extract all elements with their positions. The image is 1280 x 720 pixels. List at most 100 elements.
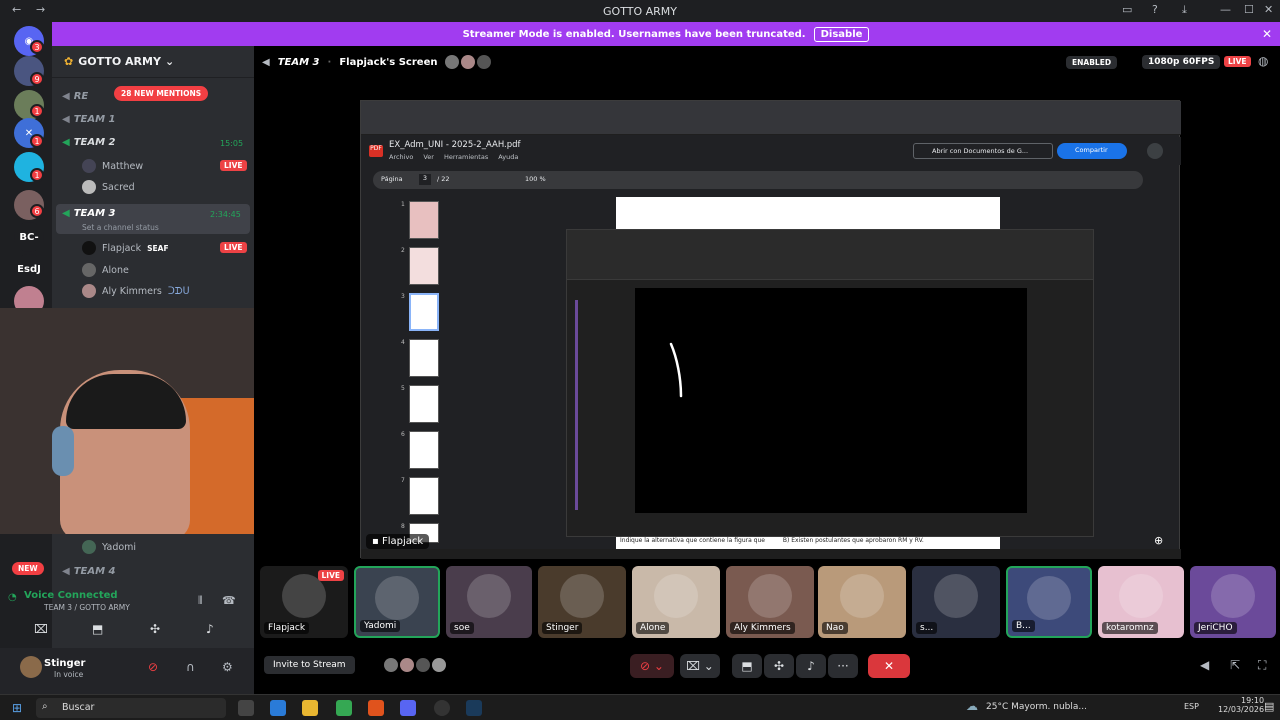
thumbnail[interactable] xyxy=(409,385,439,423)
paint-canvas[interactable] xyxy=(635,288,1027,513)
disable-button[interactable]: Disable xyxy=(813,26,870,42)
activities-icon[interactable]: ✣ xyxy=(764,654,794,678)
new-badge[interactable]: NEW xyxy=(12,562,44,575)
channel-team-1[interactable]: ◀ TEAM 1 xyxy=(62,114,116,125)
member-item[interactable]: Sacred xyxy=(82,180,135,194)
weather-icon[interactable]: ☁ xyxy=(966,699,978,713)
thumbnail[interactable] xyxy=(409,247,439,285)
channel-team-2[interactable]: ◀TEAM 1TEAM 2 xyxy=(62,137,116,148)
steam-icon[interactable] xyxy=(466,700,482,716)
search-box[interactable]: ⌕ Buscar xyxy=(36,698,226,718)
more-options-icon[interactable]: ··· xyxy=(828,654,858,678)
notifications-icon[interactable]: ▤ xyxy=(1264,700,1274,713)
screen-share-icon[interactable]: ⬒ xyxy=(92,622,103,636)
stop-stream-button[interactable]: ✕ xyxy=(868,654,910,678)
close-banner-icon[interactable]: ✕ xyxy=(1262,27,1272,41)
file-explorer-icon[interactable] xyxy=(302,700,318,716)
participant-tile[interactable]: Yadomi xyxy=(354,566,440,638)
weather-text[interactable]: 25°C Mayorm. nubla... xyxy=(986,702,1087,712)
thumbnail[interactable] xyxy=(409,431,439,469)
windows-start-icon[interactable]: ⊞ xyxy=(12,701,22,715)
share-button[interactable]: Compartir xyxy=(1057,143,1127,159)
chat-bubble-icon[interactable]: ◍ xyxy=(1258,54,1268,68)
participant-tile[interactable]: Aly Kimmers xyxy=(726,566,814,638)
download-icon[interactable]: ⤓ xyxy=(1182,3,1187,17)
headphones-icon[interactable]: ∩ xyxy=(186,660,195,674)
soundboard-icon[interactable]: ♪ xyxy=(796,654,826,678)
thumbnail[interactable] xyxy=(409,339,439,377)
voice-channel[interactable]: TEAM 3 / GOTTO ARMY xyxy=(44,603,130,612)
clock[interactable]: 19:10 12/03/2026 xyxy=(1218,696,1264,714)
thumbnail[interactable] xyxy=(409,293,439,331)
server-icon-esdj[interactable]: EsdJ xyxy=(14,254,44,284)
participant-tile[interactable]: Stinger xyxy=(538,566,626,638)
popout-icon[interactable]: ⇱ xyxy=(1230,658,1240,672)
brave-icon[interactable] xyxy=(368,700,384,716)
account-avatar[interactable] xyxy=(1147,143,1163,159)
maximize-icon[interactable]: ☐ xyxy=(1244,3,1254,16)
settings-gear-icon[interactable]: ⚙ xyxy=(222,660,233,674)
member-item[interactable]: Yadomi xyxy=(82,540,136,554)
mic-muted-button[interactable]: ⊘ ⌄ xyxy=(630,654,674,678)
minimize-icon[interactable]: — xyxy=(1220,3,1231,16)
user-avatar[interactable] xyxy=(20,656,42,678)
obs-icon[interactable] xyxy=(434,700,450,716)
participant-tile[interactable]: soe xyxy=(446,566,532,638)
close-window-icon[interactable]: ✕ xyxy=(1264,3,1273,16)
invite-to-stream-button[interactable]: Invite to Stream xyxy=(264,656,355,674)
zoom-level[interactable]: 100 % xyxy=(525,175,546,183)
mentions-badge[interactable]: 28 NEW MENTIONS xyxy=(114,86,209,101)
page-input[interactable]: 3 xyxy=(419,174,431,185)
participant-tile[interactable]: Alone xyxy=(632,566,720,638)
chrome-icon[interactable] xyxy=(336,700,352,716)
fullscreen-icon[interactable]: ⛶ xyxy=(1258,658,1266,673)
activities-icon[interactable]: ✣ xyxy=(150,622,160,636)
volume-icon[interactable]: ◀ xyxy=(1200,658,1209,672)
channel-status[interactable]: Set a channel status xyxy=(82,223,159,232)
channel-team-3[interactable]: ◀ TEAM 3 xyxy=(62,208,116,219)
participant-tile[interactable]: s... xyxy=(912,566,1000,638)
open-with-docs-button[interactable]: Abrir con Documentos de G... xyxy=(913,143,1053,159)
mic-muted-icon[interactable]: ⊘ xyxy=(148,660,158,674)
zoom-in-icon[interactable]: ⊕ xyxy=(1154,534,1163,547)
discord-icon[interactable] xyxy=(400,700,416,716)
signal-icon[interactable]: ◔ xyxy=(8,592,17,603)
thumbnail[interactable] xyxy=(409,477,439,515)
app-icon[interactable] xyxy=(270,700,286,716)
viewer-avatars[interactable] xyxy=(384,658,446,672)
server-header[interactable]: ✿ GOTTO ARMY ⌄ ⚇ xyxy=(52,46,294,78)
channel-team-4[interactable]: ◀ TEAM 4 xyxy=(62,566,116,577)
member-item[interactable]: Flapjack SEAF xyxy=(82,241,169,255)
participant-tile[interactable]: kotaromnz xyxy=(1098,566,1184,638)
language-indicator[interactable]: ESP xyxy=(1184,702,1199,711)
task-view-icon[interactable] xyxy=(238,700,254,716)
brush-size-slider[interactable] xyxy=(575,300,578,510)
chat-icon: ▪ xyxy=(372,536,382,547)
menu-ver[interactable]: Ver xyxy=(423,153,434,161)
channel-re[interactable]: ◀ RE xyxy=(62,91,88,102)
quality-badge[interactable]: 1080p 60FPS xyxy=(1142,55,1221,69)
member-item[interactable]: Aly Kimmers ᑐᗪᑌ xyxy=(82,284,190,298)
inbox-icon[interactable]: ▭ xyxy=(1122,3,1132,16)
disconnect-icon[interactable]: ☎ xyxy=(222,594,236,607)
back-arrow-icon[interactable]: ← xyxy=(12,3,21,16)
menu-archivo[interactable]: Archivo xyxy=(389,153,413,161)
menu-ayuda[interactable]: Ayuda xyxy=(498,153,518,161)
help-icon[interactable]: ? xyxy=(1152,3,1158,16)
camera-off-button[interactable]: ⌧ ⌄ xyxy=(680,654,720,678)
thumbnail[interactable] xyxy=(409,201,439,239)
participant-tile[interactable]: Nao xyxy=(818,566,906,638)
participant-tile[interactable]: JeriCHO xyxy=(1190,566,1276,638)
camera-off-icon[interactable]: ⌧ xyxy=(34,622,48,636)
participant-tile[interactable]: B... xyxy=(1006,566,1092,638)
soundboard-icon[interactable]: ♪ xyxy=(206,622,214,636)
menu-herramientas[interactable]: Herramientas xyxy=(444,153,488,161)
participant-tile[interactable]: Flapjack LIVE xyxy=(260,566,348,638)
viewer-avatars[interactable] xyxy=(445,55,492,69)
member-item[interactable]: Alone xyxy=(82,263,129,277)
server-icon-bc[interactable]: BC- xyxy=(14,222,44,252)
forward-arrow-icon[interactable]: → xyxy=(36,3,45,16)
member-item[interactable]: Matthew xyxy=(82,159,143,173)
screen-share-icon[interactable]: ⬒ xyxy=(732,654,762,678)
noise-suppression-icon[interactable]: ⫴ xyxy=(198,594,203,608)
